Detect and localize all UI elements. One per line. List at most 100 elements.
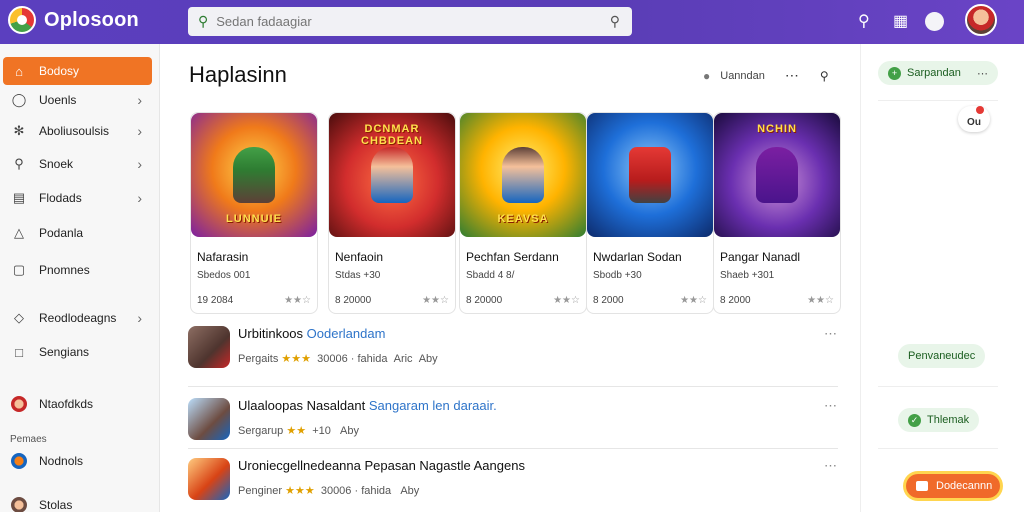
avatar-icon [11, 396, 27, 412]
notification-dot [976, 106, 984, 114]
search-icon[interactable]: ⚲ [820, 69, 829, 83]
chevron-right-icon: › [137, 310, 142, 326]
more-options-icon[interactable]: ⋯ [977, 67, 988, 80]
notification-dot[interactable] [925, 12, 944, 31]
game-card[interactable]: LUNNUIE Nafarasin Sbedos 001 19 2084 ★★☆ [190, 112, 318, 314]
chevron-right-icon: › [137, 156, 142, 172]
document-icon [916, 481, 928, 491]
list-item-title: Ulaaloopas Nasaldant Sangaram len daraai… [238, 398, 497, 413]
character-image [233, 147, 275, 203]
card-title: Nafarasin [197, 250, 249, 264]
card-meta: Sbadd 4 8/ [466, 270, 515, 281]
more-options-icon[interactable]: ⋯ [785, 67, 800, 84]
filter-icon[interactable]: ● [703, 69, 710, 83]
card-art: KEAVSA [460, 113, 586, 237]
top-bar: Oplosoon ⚲ ⚲ ⚲ ▦ [0, 0, 1024, 44]
avatar-icon [11, 453, 27, 469]
sidebar-item-sengians[interactable]: □ Sengians [3, 338, 152, 366]
sidebar-item-stolas[interactable]: Stolas [3, 491, 152, 512]
more-options-icon[interactable]: ⋯ [824, 458, 838, 474]
card-date: 8 2000 [593, 295, 624, 306]
plus-icon: + [888, 66, 901, 80]
card-art: DCNMAR CHBDEAN [329, 113, 455, 237]
game-card[interactable]: DCNMAR CHBDEAN Nenfaoin Stdas +30 8 2000… [328, 112, 456, 314]
app-thumbnail [188, 326, 230, 368]
game-card[interactable]: KEAVSA Pechfan Serdann Sbadd 4 8/ 8 2000… [459, 112, 587, 314]
grid-icon[interactable]: ▦ [893, 11, 908, 31]
search-bar[interactable]: ⚲ ⚲ [188, 7, 632, 36]
chevron-right-icon: › [137, 123, 142, 139]
card-art [587, 113, 713, 237]
game-card[interactable]: NCHIN Pangar Nanadl Shaeb +301 8 2000 ★★… [713, 112, 841, 314]
sidebar-section-label: Pemaes [10, 434, 47, 445]
card-art-caption: KEAVSA [497, 213, 549, 225]
list-item-link[interactable]: Sangaram len daraair. [369, 398, 497, 413]
rating-stars: ★★ [286, 425, 307, 437]
sidebar-item-uoenls[interactable]: ◯ Uoenls › [3, 86, 152, 114]
sidebar-item-nodnols[interactable]: Nodnols [3, 447, 152, 475]
rating-stars: ★★★ [281, 353, 312, 365]
app-thumbnail [188, 398, 230, 440]
card-date: 8 20000 [466, 295, 503, 306]
sidebar-item-snoek[interactable]: ⚲ Snoek › [3, 150, 152, 178]
chevron-right-icon: › [137, 190, 142, 206]
sidebar-item-bodosy[interactable]: ⌂ Bodosy [3, 57, 152, 85]
list-item[interactable]: Ulaaloopas Nasaldant Sangaram len daraai… [188, 398, 838, 454]
search-icon: ⚲ [198, 13, 209, 29]
app-logo[interactable]: Oplosoon [8, 6, 139, 34]
divider [878, 448, 998, 449]
app-name: Oplosoon [44, 8, 139, 31]
card-title: Nenfaoin [335, 250, 384, 264]
tag-icon: ◇ [14, 310, 24, 325]
robot-image [629, 147, 671, 203]
rating-stars: ★★☆ [680, 295, 707, 306]
list-item[interactable]: Urbitinkoos Ooderlandam Pergaits ★★★ 300… [188, 326, 838, 382]
status-badge[interactable]: Ou [958, 106, 990, 132]
card-meta: Sbedos 001 [197, 270, 251, 281]
list-item[interactable]: Uroniecgellnedeanna Pepasan Nagastle Aan… [188, 458, 838, 512]
pin-icon[interactable]: ⚲ [858, 11, 870, 31]
home-icon: ⌂ [15, 63, 23, 79]
card-art: LUNNUIE [191, 113, 317, 237]
card-art: NCHIN [714, 113, 840, 237]
card-date: 8 20000 [335, 295, 372, 306]
card-meta: Sbodb +30 [593, 270, 642, 281]
sidebar-item-podanla[interactable]: △ Podanla [3, 219, 152, 247]
card-art-caption: LUNNUIE [226, 213, 282, 225]
sidebar-item-flodads[interactable]: ▤ Flodads › [3, 184, 152, 212]
check-icon: ✓ [908, 413, 921, 427]
chevron-right-icon: › [137, 92, 142, 108]
character-image [756, 147, 798, 203]
rating-stars: ★★☆ [807, 295, 834, 306]
more-options-icon[interactable]: ⋯ [824, 326, 838, 342]
cta-button[interactable]: Dodecannn [906, 474, 1000, 498]
sarpandan-button[interactable]: + Sarpandan ⋯ [878, 61, 998, 85]
game-card[interactable]: Nwdarlan Sodan Sbodb +30 8 2000 ★★☆ [586, 112, 714, 314]
thlemak-button[interactable]: ✓ Thlemak [898, 408, 980, 432]
toolbar-label[interactable]: Uanndan [720, 70, 765, 82]
penvaneudec-button[interactable]: Penvaneudec [898, 344, 986, 368]
divider [878, 100, 998, 101]
square-icon: □ [15, 344, 23, 360]
rating-stars: ★★☆ [422, 295, 449, 306]
list-item-link[interactable]: Ooderlandam [307, 326, 386, 341]
sidebar-item-ntaofdkds[interactable]: Ntaofdkds [3, 390, 152, 418]
card-meta: Stdas +30 [335, 270, 381, 281]
search-icon: ⚲ [14, 156, 24, 171]
rating-stars: ★★☆ [284, 295, 311, 306]
app-thumbnail [188, 458, 230, 500]
list-item-title: Urbitinkoos Ooderlandam [238, 326, 386, 341]
list-item-meta: Sergarup ★★ +10 Aby [238, 425, 359, 437]
user-avatar[interactable] [965, 4, 997, 36]
search-input[interactable] [216, 14, 597, 29]
more-options-icon[interactable]: ⋯ [824, 398, 838, 414]
list-item-meta: Penginer ★★★ 30006 · fahida Aby [238, 485, 420, 497]
sidebar-item-reodlodeagns[interactable]: ◇ Reodlodeagns › [3, 304, 152, 332]
sidebar-item-pnomnes[interactable]: ▢ Pnomnes [3, 256, 152, 284]
file-icon: ▤ [12, 190, 26, 205]
user-icon: ◯ [11, 92, 27, 107]
character-image [371, 147, 413, 203]
sidebar-item-aboliusoulsis[interactable]: ✻ Aboliusoulsis › [3, 117, 152, 145]
main-toolbar: ● Uanndan ⋯ ⚲ [703, 67, 829, 84]
search-submit-icon[interactable]: ⚲ [610, 13, 620, 30]
